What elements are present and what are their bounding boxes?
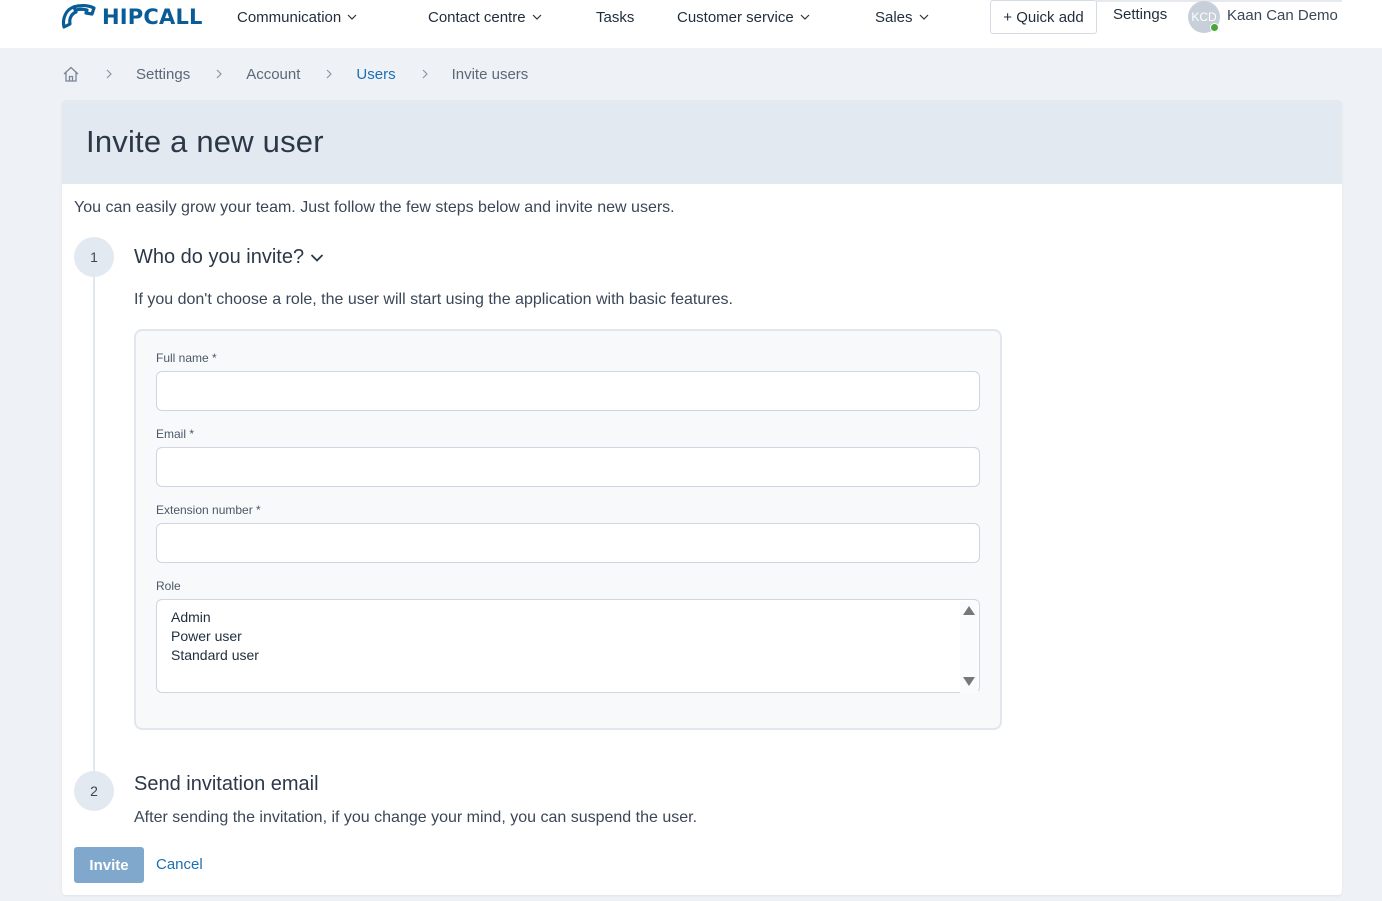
role-option-admin[interactable]: Admin xyxy=(171,608,965,627)
chevron-right-icon xyxy=(106,69,112,79)
step-connector-line xyxy=(93,277,95,774)
nav-sales-label: Sales xyxy=(875,8,913,26)
intro-text: You can easily grow your team. Just foll… xyxy=(74,199,675,216)
nav-customer-service-label: Customer service xyxy=(677,8,794,26)
extension-label: Extension number * xyxy=(156,503,261,517)
step-2-description: After sending the invitation, if you cha… xyxy=(134,809,698,826)
cancel-link[interactable]: Cancel xyxy=(156,856,203,873)
nav-communication-label: Communication xyxy=(237,8,342,26)
nav-contact-centre-label: Contact centre xyxy=(428,8,526,26)
breadcrumb-users[interactable]: Users xyxy=(356,66,395,83)
nav-contact-centre[interactable]: Contact centre xyxy=(428,6,542,28)
scroll-down-arrow-icon[interactable] xyxy=(963,677,975,686)
step-1-badge: 1 xyxy=(74,237,114,277)
role-label: Role xyxy=(156,579,181,593)
chevron-down-icon xyxy=(347,14,357,20)
breadcrumb-invite-users: Invite users xyxy=(451,65,529,83)
chevron-down-icon xyxy=(919,14,928,20)
chevron-right-icon xyxy=(216,69,223,79)
step-1-description: If you don't choose a role, the user wil… xyxy=(134,291,733,308)
quick-add-button[interactable]: + Quick add xyxy=(990,0,1097,34)
home-icon[interactable] xyxy=(62,65,80,83)
breadcrumb-account[interactable]: Account xyxy=(246,66,300,83)
top-divider xyxy=(1096,0,1342,2)
nav-sales[interactable]: Sales xyxy=(875,6,929,28)
chevron-down-icon xyxy=(532,14,541,20)
hipcall-logo[interactable]: HIPCALL xyxy=(60,2,203,32)
step-1-title[interactable]: Who do you invite? xyxy=(134,246,324,269)
page-title: Invite a new user xyxy=(86,124,324,159)
nav-tasks[interactable]: Tasks xyxy=(596,6,634,28)
nav-communication[interactable]: Communication xyxy=(237,6,357,28)
chevron-down-icon xyxy=(310,253,324,262)
full-name-label: Full name * xyxy=(156,351,217,365)
chevron-right-icon xyxy=(422,69,428,79)
phone-logo-icon xyxy=(61,4,96,29)
user-name[interactable]: Kaan Can Demo xyxy=(1227,7,1338,24)
breadcrumb: Settings Account Users Invite users xyxy=(62,64,528,84)
settings-link[interactable]: Settings xyxy=(1113,6,1167,23)
step-2-title: Send invitation email xyxy=(134,773,319,795)
invite-button[interactable]: Invite xyxy=(74,847,144,883)
card-header: Invite a new user xyxy=(62,100,1342,184)
step-2-badge: 2 xyxy=(74,771,114,811)
nav-tasks-label: Tasks xyxy=(596,8,635,26)
full-name-input[interactable] xyxy=(156,371,980,411)
extension-number-input[interactable] xyxy=(156,523,980,563)
invite-form: Full name * Email * Extension number * R… xyxy=(134,329,1002,730)
nav-customer-service[interactable]: Customer service xyxy=(677,6,810,28)
chevron-down-icon xyxy=(800,14,810,20)
email-label: Email * xyxy=(156,427,195,441)
online-status-indicator xyxy=(1210,23,1219,32)
breadcrumb-settings[interactable]: Settings xyxy=(136,66,190,83)
scroll-up-arrow-icon[interactable] xyxy=(963,606,975,615)
role-option-power-user[interactable]: Power user xyxy=(171,627,965,646)
role-option-standard-user[interactable]: Standard user xyxy=(171,646,965,665)
top-navigation-bar: HIPCALL Communication Contact centre Tas… xyxy=(0,0,1382,48)
email-field[interactable] xyxy=(156,447,980,487)
step-1-title-text: Who do you invite? xyxy=(134,246,305,268)
role-select-list[interactable]: Admin Power user Standard user xyxy=(156,599,980,693)
chevron-right-icon xyxy=(326,69,333,79)
invite-user-card: Invite a new user You can easily grow yo… xyxy=(62,100,1342,895)
brand-name: HIPCALL xyxy=(102,5,203,29)
